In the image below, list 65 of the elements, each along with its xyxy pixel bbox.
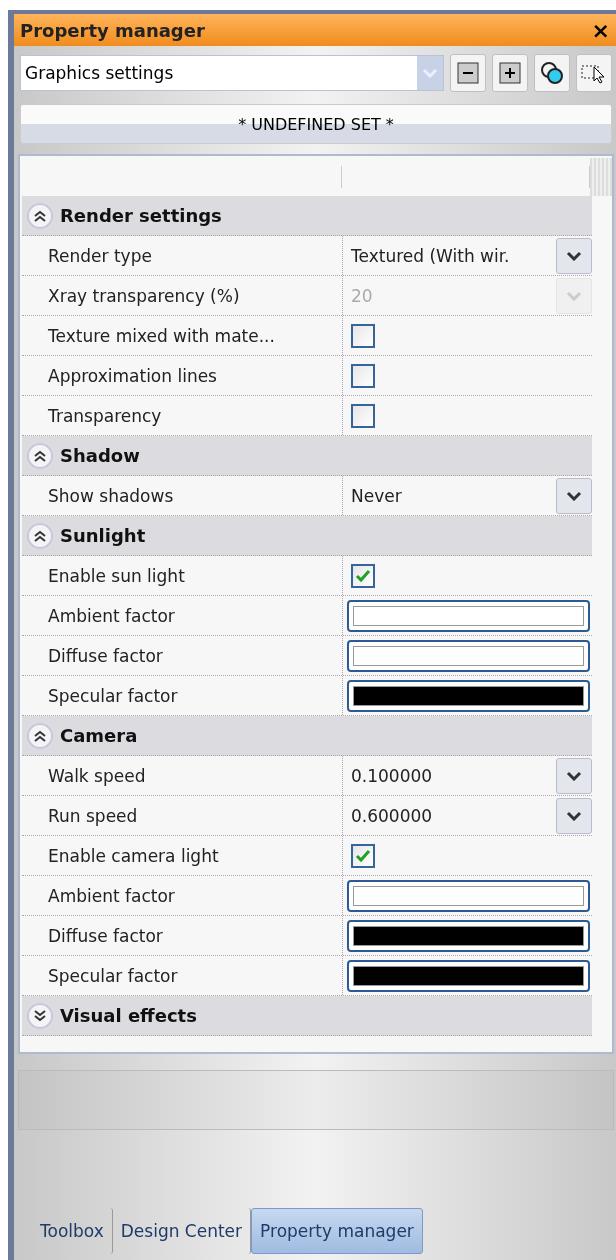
property-label: Render type xyxy=(47,245,153,266)
toolbar-button[interactable] xyxy=(534,54,570,92)
color-swatch[interactable] xyxy=(347,959,590,992)
property-label: Ambient factor xyxy=(47,885,176,906)
property-label: Texture mixed with mate... xyxy=(47,325,276,346)
property-label: Walk speed xyxy=(47,765,147,786)
checkbox[interactable] xyxy=(351,323,375,348)
plus-icon xyxy=(498,61,522,85)
group-header[interactable]: Camera xyxy=(22,716,592,756)
tab[interactable]: Toolbox xyxy=(32,1208,113,1254)
property-label: Enable sun light xyxy=(47,565,186,586)
property-label: Specular factor xyxy=(47,965,179,986)
dropdown-button[interactable] xyxy=(556,797,592,834)
dropdown-button[interactable] xyxy=(556,757,592,794)
property-label: Transparency xyxy=(47,405,163,426)
tab[interactable]: Property manager xyxy=(251,1208,423,1254)
chevron-down-icon xyxy=(566,250,582,261)
dropdown-field[interactable]: Graphics settings xyxy=(20,55,444,91)
color-swatch[interactable] xyxy=(347,599,590,632)
property-label: Run speed xyxy=(47,805,139,826)
dropdown-field[interactable]: 0.100000 xyxy=(351,756,552,795)
color-swatch[interactable] xyxy=(347,639,590,672)
close-button[interactable]: × xyxy=(591,17,610,43)
collapse-icon[interactable] xyxy=(26,201,54,230)
group-header[interactable]: Visual effects xyxy=(22,996,592,1036)
chevron-down-icon xyxy=(422,68,438,78)
window-title: Property manager xyxy=(20,19,205,41)
property-label: Enable camera light xyxy=(47,845,220,866)
property-label: Specular factor xyxy=(47,685,179,706)
color-swatch[interactable] xyxy=(347,919,590,952)
property-label: Show shadows xyxy=(47,485,175,506)
chevron-down-icon xyxy=(566,770,582,781)
dropdown-button[interactable] xyxy=(556,477,592,514)
set-button[interactable]: * UNDEFINED SET * xyxy=(20,104,612,144)
group-header[interactable]: Sunlight xyxy=(22,516,592,556)
property-label: Diffuse factor xyxy=(47,645,164,666)
checkbox[interactable] xyxy=(351,403,375,428)
chevron-down-icon xyxy=(566,810,582,821)
checkmark-icon xyxy=(355,848,371,863)
checkbox[interactable] xyxy=(351,563,375,588)
collapse-icon[interactable] xyxy=(26,721,54,750)
group-header[interactable]: Shadow xyxy=(22,436,592,476)
group-header[interactable]: Render settings xyxy=(22,196,592,236)
minus-icon xyxy=(456,61,480,85)
property-label: Xray transparency (%) xyxy=(47,285,241,306)
dropdown-field[interactable]: Textured (With wir. xyxy=(351,236,552,275)
property-label: Approximation lines xyxy=(47,365,218,386)
dropdown-field[interactable]: 0.600000 xyxy=(351,796,552,835)
collapse-icon[interactable] xyxy=(26,441,54,470)
property-label: Diffuse factor xyxy=(47,925,164,946)
color-swatch[interactable] xyxy=(347,879,590,912)
checkbox[interactable] xyxy=(351,363,375,388)
dropdown-button[interactable] xyxy=(556,237,592,274)
overlap-circles-icon xyxy=(539,60,565,86)
dropdown-field[interactable]: Never xyxy=(351,476,552,515)
scrollbar[interactable] xyxy=(590,158,612,196)
color-swatch[interactable] xyxy=(347,679,590,712)
expand-icon[interactable] xyxy=(26,1001,54,1030)
property-label: Ambient factor xyxy=(47,605,176,626)
checkbox[interactable] xyxy=(351,843,375,868)
checkmark-icon xyxy=(355,568,371,583)
chevron-down-icon xyxy=(566,490,582,501)
toolbar-button[interactable] xyxy=(492,54,528,92)
chevron-down-icon xyxy=(566,290,582,301)
collapse-icon[interactable] xyxy=(26,521,54,550)
